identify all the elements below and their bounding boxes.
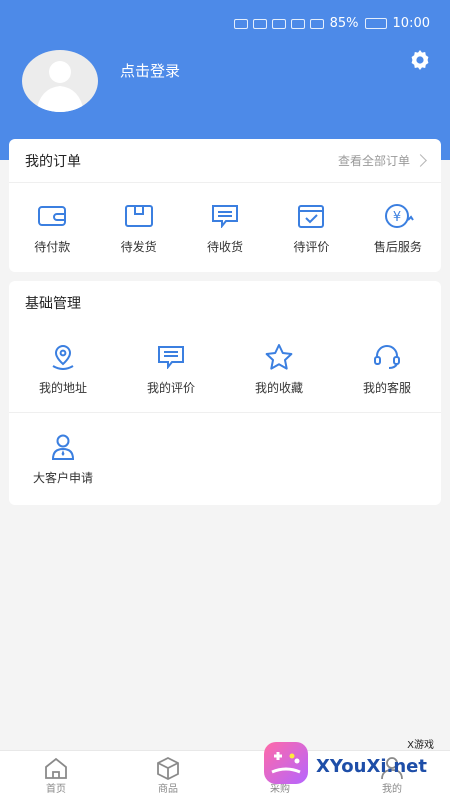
settings-gear-icon[interactable] [408,48,432,72]
chevron-right-icon [414,154,427,167]
battery-icon [364,18,387,29]
user-silhouette-icon [36,61,84,112]
review-check-icon [295,200,327,232]
yen-refund-icon: ¥ [382,200,414,232]
basic-item-label: 我的地址 [38,381,87,395]
my-reviews[interactable]: 我的评价 [117,325,225,412]
notification-icon [271,18,286,29]
home-icon [43,756,69,780]
star-icon [263,341,295,373]
wallet-icon [36,200,68,232]
svg-text:¥: ¥ [393,210,401,225]
headset-icon [371,341,403,373]
tab-label: 商品 [158,784,178,795]
cube-icon [155,756,181,780]
vibrate-icon [309,18,324,29]
basic-item-label: 我的收藏 [254,381,303,395]
order-pending-shipment[interactable]: 待发货 [95,183,181,271]
my-customer-service[interactable]: 我的客服 [333,325,441,412]
basic-title: 基础管理 [25,296,81,312]
order-pending-receipt[interactable]: 待收货 [182,183,268,271]
profile-header: 85% 10:00 点击登录 [0,0,450,160]
user-tie-icon [47,431,79,463]
gamepad-logo-icon [264,742,308,784]
login-link[interactable]: 点击登录 [120,60,180,81]
clock: 10:00 [392,16,430,31]
order-after-sales[interactable]: ¥ 售后服务 [355,183,441,271]
tab-home[interactable]: 首页 [0,751,112,800]
order-item-label: 待收货 [207,239,244,254]
battery-percent: 85% [329,16,359,31]
basic-card-header: 基础管理 [9,281,441,325]
watermark-tag: X游戏 [407,740,434,751]
order-pending-payment[interactable]: 待付款 [9,183,95,271]
alarm-icon [290,18,305,29]
watermark: X游戏 XYouXi.net [264,736,444,792]
order-pending-review[interactable]: 待评价 [268,183,354,271]
major-client-application[interactable]: 大客户申请 [9,413,117,503]
my-favorites[interactable]: 我的收藏 [225,325,333,412]
order-status-row: 待付款 待发货 待收货 待评价 ¥ 售后服务 [9,183,441,271]
status-bar: 85% 10:00 [233,16,430,31]
tab-products[interactable]: 商品 [112,751,224,800]
view-all-label: 查看全部订单 [337,154,410,168]
orders-card-header: 我的订单 查看全部订单 [9,139,441,183]
location-pin-icon [47,341,79,373]
order-item-label: 待发货 [120,239,157,254]
basic-extra-label: 大客户申请 [32,470,93,485]
signal-icon [233,18,248,29]
avatar[interactable] [22,50,98,112]
package-box-icon [123,200,155,232]
comment-icon [155,341,187,373]
order-item-label: 待付款 [34,239,71,254]
basic-row: 我的地址 我的评价 我的收藏 我的客服 [9,325,441,413]
orders-title: 我的订单 [25,153,81,170]
status-icons [233,18,324,29]
message-list-icon [209,200,241,232]
watermark-text: XYouXi.net [316,756,427,777]
basic-row-2: 大客户申请 [9,413,441,503]
orders-card: 我的订单 查看全部订单 待付款 待发货 待收货 待评价 ¥ 售后服务 [9,139,441,272]
tab-label: 首页 [46,784,66,795]
basic-item-label: 我的客服 [362,381,411,395]
order-item-label: 待评价 [293,239,330,254]
wifi-icon [252,18,267,29]
order-item-label: 售后服务 [373,239,422,254]
basic-item-label: 我的评价 [146,381,195,395]
basic-management-card: 基础管理 我的地址 我的评价 我的收藏 我的客服 大客户申请 [9,281,441,505]
my-address[interactable]: 我的地址 [9,325,117,412]
view-all-orders-link[interactable]: 查看全部订单 [337,152,427,169]
